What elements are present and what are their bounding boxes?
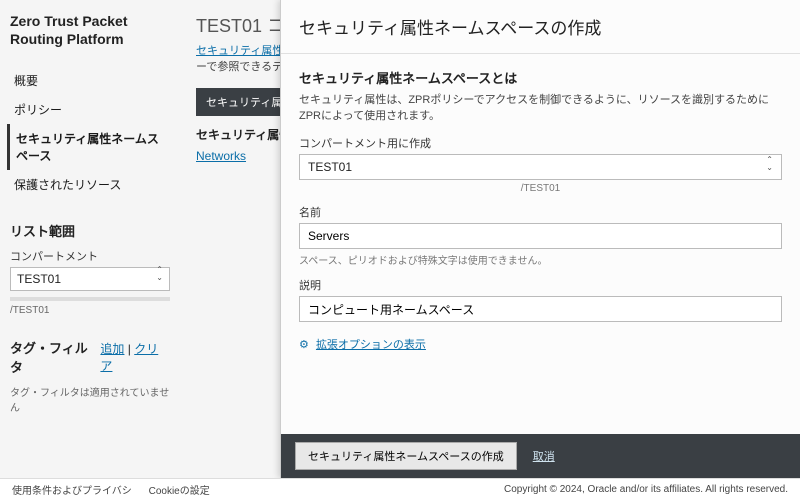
compartment-field-crumb: /TEST01	[299, 183, 782, 194]
nav-namespace[interactable]: セキュリティ属性ネームスペース	[7, 124, 170, 170]
compartment-label: コンパートメント	[10, 248, 170, 264]
compartment-value: TEST01	[17, 272, 61, 286]
cancel-button[interactable]: 取消	[533, 448, 555, 464]
list-scope-section: リスト範囲 コンパートメント TEST01 /TEST01	[10, 221, 170, 316]
name-field-input[interactable]	[299, 223, 782, 249]
panel-title: セキュリティ属性ネームスペースの作成	[281, 0, 800, 54]
name-field-label: 名前	[299, 204, 782, 220]
footer-copyright: Copyright © 2024, Oracle and/or its affi…	[504, 484, 788, 495]
product-title: Zero Trust Packet Routing Platform	[10, 12, 170, 48]
desc-field-input[interactable]	[299, 296, 782, 322]
desc-field-label: 説明	[299, 277, 782, 293]
compartment-field-label: コンパートメント用に作成	[299, 135, 782, 151]
create-namespace-panel: セキュリティ属性ネームスペースの作成 セキュリティ属性ネームスペースとは セキュ…	[280, 0, 800, 478]
list-scope-heading: リスト範囲	[10, 221, 170, 240]
nav-overview[interactable]: 概要	[10, 66, 170, 95]
panel-footer: セキュリティ属性ネームスペースの作成 取消	[281, 434, 800, 478]
compartment-field-value: TEST01	[308, 160, 352, 174]
nav-policy[interactable]: ポリシー	[10, 95, 170, 124]
advanced-options-link[interactable]: 拡張オプションの表示	[316, 339, 426, 351]
footer-cookie[interactable]: Cookieの設定	[149, 486, 210, 497]
nav-protected[interactable]: 保護されたリソース	[10, 170, 170, 199]
tag-none-text: タグ・フィルタは適用されていません	[10, 384, 170, 414]
compartment-select[interactable]: TEST01	[10, 267, 170, 291]
create-button[interactable]: セキュリティ属性ネームスペースの作成	[295, 442, 517, 470]
compartment-field-select[interactable]: TEST01	[299, 154, 782, 180]
sidebar: Zero Trust Packet Routing Platform 概要 ポリ…	[0, 0, 180, 478]
tag-filter-heading: タグ・フィルタ	[10, 338, 100, 376]
tag-add-link[interactable]: 追加	[100, 342, 124, 356]
compartment-crumb: /TEST01	[10, 305, 170, 316]
compartment-loading-bar	[10, 297, 170, 301]
page-footer: 使用条件およびプライバシ Cookieの設定 Copyright © 2024,…	[0, 478, 800, 500]
name-field-hint: スペース、ピリオドおよび特殊文字は使用できません。	[299, 252, 782, 267]
tag-filter-section: タグ・フィルタ 追加 | クリア タグ・フィルタは適用されていません	[10, 338, 170, 414]
footer-terms[interactable]: 使用条件およびプライバシ	[12, 486, 132, 497]
panel-subtitle-desc: セキュリティ属性は、ZPRポリシーでアクセスを制御できるように、リソースを識別す…	[299, 91, 782, 123]
settings-icon: ⚙	[299, 339, 309, 351]
networks-link[interactable]: Networks	[196, 149, 246, 163]
panel-subtitle: セキュリティ属性ネームスペースとは	[299, 68, 782, 87]
